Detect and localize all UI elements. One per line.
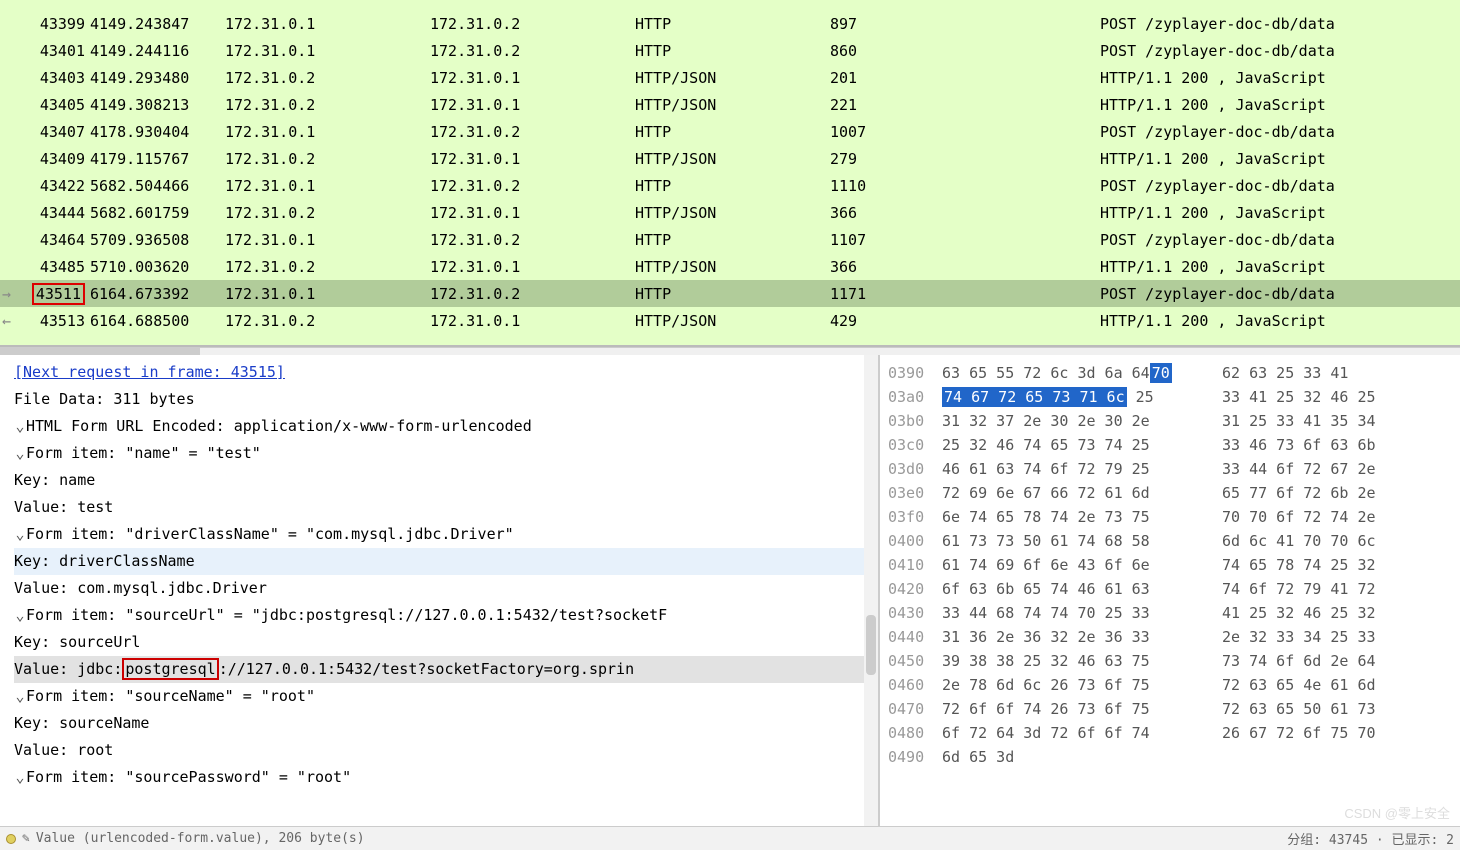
packet-row[interactable]: 434445682.601759172.31.0.2172.31.0.1HTTP… — [0, 199, 1460, 226]
next-request-link[interactable]: [Next request in frame: 43515] — [14, 363, 285, 381]
packet-list[interactable]: 433994149.243847172.31.0.1172.31.0.2HTTP… — [0, 0, 1460, 347]
packet-row[interactable]: →435116164.673392172.31.0.1172.31.0.2HTT… — [0, 280, 1460, 307]
hex-line[interactable]: 047072 6f 6f 74 26 73 6f 7572 63 65 50 6… — [888, 697, 1452, 721]
hex-line[interactable]: 04906d 65 3d — [888, 745, 1452, 769]
hex-line[interactable]: 045039 38 38 25 32 46 63 7573 74 6f 6d 2… — [888, 649, 1452, 673]
hex-line[interactable]: 041061 74 69 6f 6e 43 6f 6e74 65 78 74 2… — [888, 553, 1452, 577]
hex-line[interactable]: 03b031 32 37 2e 30 2e 30 2e31 25 33 41 3… — [888, 409, 1452, 433]
hex-line[interactable]: 03f06e 74 65 78 74 2e 73 7570 70 6f 72 7… — [888, 505, 1452, 529]
hscroll[interactable] — [0, 347, 1460, 355]
file-data: File Data: 311 bytes — [4, 386, 878, 413]
packet-row[interactable]: ←435136164.688500172.31.0.2172.31.0.1HTT… — [0, 307, 1460, 334]
form-value: Value: root — [4, 737, 878, 764]
packet-row[interactable]: 434014149.244116172.31.0.1172.31.0.2HTTP… — [0, 37, 1460, 64]
form-item[interactable]: ⌄Form item: "sourceUrl" = "jdbc:postgres… — [4, 602, 878, 629]
packet-row[interactable]: 434074178.930404172.31.0.1172.31.0.2HTTP… — [0, 118, 1460, 145]
hex-line[interactable]: 040061 73 73 50 61 74 68 586d 6c 41 70 7… — [888, 529, 1452, 553]
form-item[interactable]: ⌄Form item: "driverClassName" = "com.mys… — [4, 521, 878, 548]
form-value: Value: jdbc:postgresql://127.0.0.1:5432/… — [4, 656, 878, 683]
form-value: Value: com.mysql.jdbc.Driver — [4, 575, 878, 602]
packet-row[interactable]: 434054149.308213172.31.0.2172.31.0.1HTTP… — [0, 91, 1460, 118]
packet-row[interactable]: 434034149.293480172.31.0.2172.31.0.1HTTP… — [0, 64, 1460, 91]
form-key: Key: name — [4, 467, 878, 494]
hex-line[interactable]: 03c025 32 46 74 65 73 74 2533 46 73 6f 6… — [888, 433, 1452, 457]
hex-line[interactable]: 03d046 61 63 74 6f 72 79 2533 44 6f 72 6… — [888, 457, 1452, 481]
form-item[interactable]: ⌄Form item: "name" = "test" — [4, 440, 878, 467]
status-dot-icon — [6, 834, 16, 844]
packet-row[interactable]: 434645709.936508172.31.0.1172.31.0.2HTTP… — [0, 226, 1460, 253]
form-key: Key: driverClassName — [4, 548, 878, 575]
hex-line[interactable]: 039063 65 55 72 6c 3d 6a 647062 63 25 33… — [888, 361, 1452, 385]
hex-line[interactable]: 04206f 63 6b 65 74 46 61 6374 6f 72 79 4… — [888, 577, 1452, 601]
form-key: Key: sourceUrl — [4, 629, 878, 656]
form-item[interactable]: ⌄Form item: "sourceName" = "root" — [4, 683, 878, 710]
hex-line[interactable]: 03e072 69 6e 67 66 72 61 6d65 77 6f 72 6… — [888, 481, 1452, 505]
watermark: CSDN @零上安全 — [1344, 803, 1450, 822]
packet-details[interactable]: [Next request in frame: 43515] File Data… — [0, 355, 880, 835]
packet-row[interactable]: 434094179.115767172.31.0.2172.31.0.1HTTP… — [0, 145, 1460, 172]
status-bar: ✎ Value (urlencoded-form.value), 206 byt… — [0, 826, 1460, 850]
hex-view[interactable]: 039063 65 55 72 6c 3d 6a 647062 63 25 33… — [880, 355, 1460, 835]
packet-row[interactable]: 433994149.243847172.31.0.1172.31.0.2HTTP… — [0, 10, 1460, 37]
form-item[interactable]: ⌄Form item: "sourcePassword" = "root" — [4, 764, 878, 791]
form-key: Key: sourceName — [4, 710, 878, 737]
detail-scrollbar[interactable] — [864, 355, 878, 835]
packet-row[interactable]: 434855710.003620172.31.0.2172.31.0.1HTTP… — [0, 253, 1460, 280]
form-header[interactable]: ⌄HTML Form URL Encoded: application/x-ww… — [4, 413, 878, 440]
form-value: Value: test — [4, 494, 878, 521]
hex-line[interactable]: 043033 44 68 74 74 70 25 3341 25 32 46 2… — [888, 601, 1452, 625]
hex-line[interactable]: 04806f 72 64 3d 72 6f 6f 7426 67 72 6f 7… — [888, 721, 1452, 745]
hex-line[interactable]: 04602e 78 6d 6c 26 73 6f 7572 63 65 4e 6… — [888, 673, 1452, 697]
hex-line[interactable]: 03a074 67 72 65 73 71 6c 2533 41 25 32 4… — [888, 385, 1452, 409]
packet-row[interactable]: 434225682.504466172.31.0.1172.31.0.2HTTP… — [0, 172, 1460, 199]
hex-line[interactable]: 044031 36 2e 36 32 2e 36 332e 32 33 34 2… — [888, 625, 1452, 649]
